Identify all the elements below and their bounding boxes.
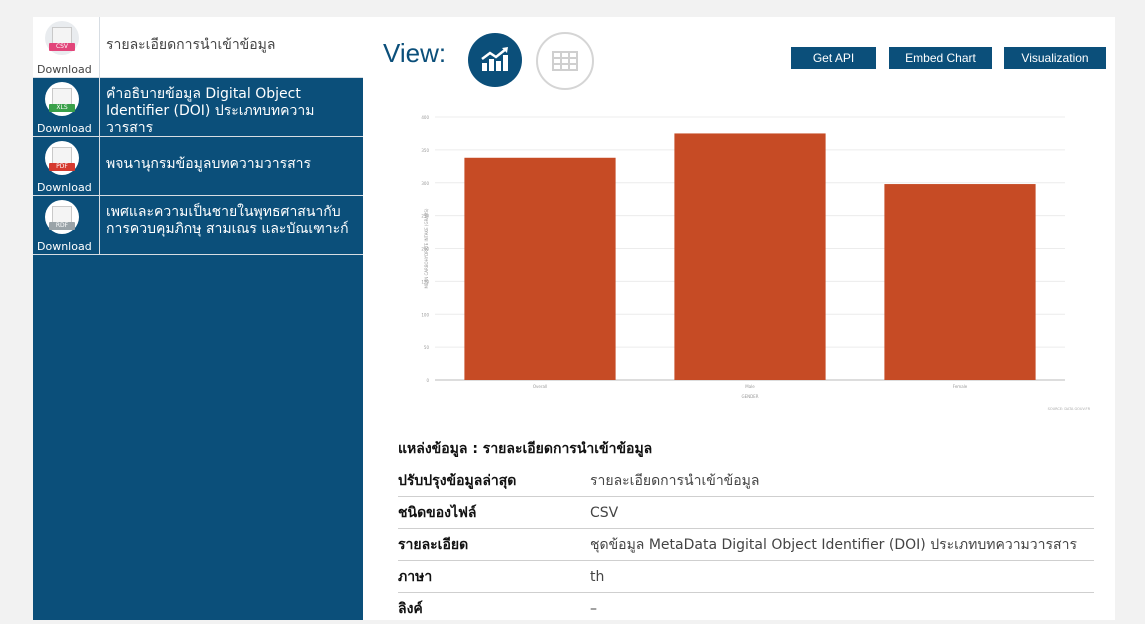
resource-title: รายละเอียดการนำเข้าข้อมูล xyxy=(106,37,276,53)
y-tick-label: 100 xyxy=(421,312,429,317)
table-row: ชนิดของไฟล์ CSV xyxy=(398,497,1094,529)
table-grid-icon xyxy=(552,51,578,71)
x-tick-label: Male xyxy=(745,384,755,389)
view-label: View: xyxy=(383,38,447,68)
bar xyxy=(464,157,616,380)
x-tick-label: Overall xyxy=(533,384,547,389)
chart-svg: 050100150200250300350400Overall Male Femal… xyxy=(421,115,1091,411)
row-value: – xyxy=(590,600,597,617)
csv-file-icon: CSV xyxy=(45,21,79,55)
data-source-label: แหล่งข้อมูล : รายละเอียดการนำเข้าข้อมูล xyxy=(398,441,653,457)
table-row: รายละเอียด ชุดข้อมูล MetaData Digital Ob… xyxy=(398,529,1094,561)
download-link[interactable]: Download xyxy=(37,181,92,194)
x-axis-label: GENDER xyxy=(741,394,758,399)
chart-view-button[interactable] xyxy=(468,33,522,87)
resource-title: พจนานุกรมข้อมูลบทความวารสาร xyxy=(106,156,312,172)
row-key: รายละเอียด xyxy=(398,536,469,553)
row-value: ชุดข้อมูล MetaData Digital Object Identi… xyxy=(590,536,1077,553)
y-axis-label: MEAN CARBOHYDRATE INTAKE (GRAMS) xyxy=(424,208,429,288)
resource-item-csv[interactable]: CSV Download รายละเอียดการนำเข้าข้อมูล xyxy=(33,17,363,78)
download-link[interactable]: Download xyxy=(37,122,92,135)
row-key: ภาษา xyxy=(398,568,433,585)
download-link[interactable]: Download xyxy=(37,63,92,76)
y-tick-label: 300 xyxy=(421,181,429,186)
y-tick-label: 50 xyxy=(424,345,430,350)
pdf-file-icon: PDF xyxy=(45,141,79,175)
download-link[interactable]: Download xyxy=(37,240,92,253)
table-row: ปรับปรุงข้อมูลล่าสุด รายละเอียดการนำเข้า… xyxy=(398,465,1094,497)
row-value: รายละเอียดการนำเข้าข้อมูล xyxy=(590,472,760,489)
rdf-file-icon: RDF xyxy=(45,200,79,234)
y-tick-label: 400 xyxy=(421,115,429,120)
table-row: ภาษา th xyxy=(398,561,1094,593)
metadata-table: ปรับปรุงข้อมูลล่าสุด รายละเอียดการนำเข้า… xyxy=(398,465,1094,624)
row-key: ชนิดของไฟล์ xyxy=(398,504,477,521)
row-value: th xyxy=(590,568,605,585)
x-tick-label: Female xyxy=(953,384,968,389)
y-tick-label: 350 xyxy=(421,148,429,153)
row-key: ลิงค์ xyxy=(398,600,423,617)
table-view-button[interactable] xyxy=(536,32,594,90)
resource-title: คำอธิบายข้อมูล Digital Object Identifier… xyxy=(106,86,315,136)
chart-trend-icon xyxy=(481,47,508,71)
resource-sidebar: CSV Download รายละเอียดการนำเข้าข้อมูล X… xyxy=(33,17,363,620)
xls-file-icon: XLS xyxy=(45,82,79,116)
bar xyxy=(674,133,826,380)
chart-watermark: SOURCE: DATA GOUV.FR xyxy=(1048,407,1091,411)
resource-item-xls[interactable]: XLS Download คำอธิบายข้อมูล Digital Obje… xyxy=(33,78,363,137)
embed-chart-button[interactable]: Embed Chart xyxy=(889,47,992,69)
bar xyxy=(884,184,1036,380)
y-tick-label: 0 xyxy=(426,378,429,383)
bar-chart: 0 50 100 150 200 250 300 350 400 Overall Male Femal… xyxy=(400,105,1100,425)
row-value: CSV xyxy=(590,504,619,521)
resource-item-pdf[interactable]: PDF Download พจนานุกรมข้อมูลบทความวารสาร xyxy=(33,137,363,196)
visualization-button[interactable]: Visualization xyxy=(1004,47,1106,69)
resource-title: เพศและความเป็นชายในพุทธศาสนากับการควบคุม… xyxy=(106,204,349,237)
row-key: ปรับปรุงข้อมูลล่าสุด xyxy=(398,472,517,489)
table-row: ลิงค์ – xyxy=(398,593,1094,624)
resource-item-rdf[interactable]: RDF Download เพศและความเป็นชายในพุทธศาสน… xyxy=(33,196,363,255)
get-api-button[interactable]: Get API xyxy=(791,47,876,69)
